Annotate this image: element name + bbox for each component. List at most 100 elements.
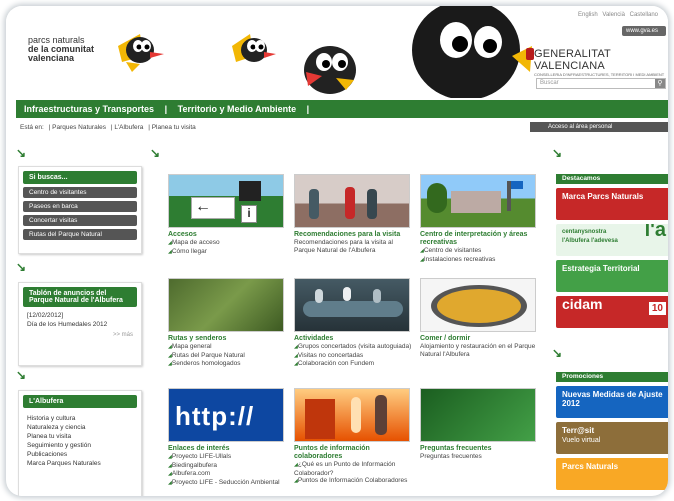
lang-english[interactable]: English (578, 12, 598, 18)
section-arrow-icon: ↘ (150, 146, 161, 160)
logo-line-3: valenciana (28, 53, 75, 63)
card-actividades[interactable]: Actividades Grupos concertados (visita a… (294, 278, 412, 369)
card-link[interactable]: ¿Qué es un Punto de Información Colabora… (294, 461, 412, 477)
albufera-link[interactable]: Marca Parques Naturales (19, 459, 141, 468)
card-title[interactable]: Preguntas frecuentes (420, 445, 538, 453)
card-link[interactable]: Cómo llegar (168, 248, 286, 257)
language-links: English Valencià Castellano (575, 12, 658, 18)
card-title[interactable]: Puntos de información colaboradores (294, 445, 412, 461)
card-link[interactable]: Mapa de acceso (168, 239, 286, 248)
card-link[interactable]: Instalaciones recreativas (420, 256, 538, 265)
section-arrow-icon: ↘ (16, 368, 27, 382)
notice-link[interactable]: Día de los Humedales 2012 (19, 320, 141, 329)
bird-mascot-icon (412, 6, 532, 98)
card-centro[interactable]: Centro de interpretación y áreas recreat… (420, 174, 538, 264)
card-title[interactable]: Actividades (294, 335, 412, 343)
more-link[interactable]: >> más (19, 329, 141, 341)
promo-subtext: Vuelo virtual (562, 437, 601, 444)
quick-link-rutas[interactable]: Rutas del Parque Natural (23, 229, 137, 240)
albufera-link[interactable]: Publicaciones (19, 450, 141, 459)
breadcrumb-label: Está en: (20, 124, 44, 131)
albufera-link[interactable]: Naturaleza y ciencia (19, 423, 141, 432)
bird-mascot-icon (304, 46, 356, 94)
card-link[interactable]: Senderos homologados (168, 360, 286, 369)
card-text[interactable]: Recomendaciones para la visita al Parque… (294, 239, 412, 254)
section-arrow-icon: ↘ (16, 146, 27, 160)
albufera-link[interactable]: Seguimiento y gestión (19, 441, 141, 450)
card-puntos[interactable]: Puntos de información colaboradores ¿Qué… (294, 388, 412, 486)
promo-parcs[interactable]: Parcs Naturals (556, 458, 668, 490)
banner-text: Marca Parcs Naturals (562, 192, 644, 201)
card-title[interactable]: Accesos (168, 231, 286, 239)
card-recomendaciones[interactable]: Recomendaciones para la visita Recomenda… (294, 174, 412, 254)
card-accesos[interactable]: ← i Accesos Mapa de acceso Cómo llegar (168, 174, 286, 256)
card-title[interactable]: Comer / dormir (420, 335, 538, 343)
gva-link[interactable]: www.gva.es (622, 26, 666, 36)
card-enlaces[interactable]: http:// Enlaces de interés Proyecto LIFE… (168, 388, 286, 487)
banner-text: cidam (562, 296, 603, 312)
header: English Valencià Castellano parcs natura… (6, 6, 668, 98)
card-title[interactable]: Enlaces de interés (168, 445, 286, 453)
promo-medidas[interactable]: Nuevas Medidas de Ajuste 2012 (556, 386, 668, 418)
card-comer[interactable]: Comer / dormir Alojamiento y restauració… (420, 278, 538, 358)
card-link[interactable]: Biedingalbufera (168, 462, 286, 471)
page-frame: English Valencià Castellano parcs natura… (6, 6, 668, 496)
card-link[interactable]: Colaboración con Fundem (294, 360, 412, 369)
bird-mascot-icon (232, 34, 276, 62)
card-title[interactable]: Centro de interpretación y áreas recreat… (420, 231, 538, 247)
card-link[interactable]: Centro de visitantes (420, 247, 538, 256)
search-box-title: Si buscas... (23, 171, 137, 184)
banner-marca-parcs[interactable]: Marca Parcs Naturals (556, 188, 668, 220)
lang-castellano[interactable]: Castellano (630, 12, 658, 18)
lang-valenciano[interactable]: Valencià (602, 12, 625, 18)
card-image (168, 278, 284, 332)
albufera-link[interactable]: Planea tu visita (19, 432, 141, 441)
card-text[interactable]: Preguntas frecuentes (420, 453, 538, 461)
promociones-title: Promociones (556, 372, 668, 382)
card-image (420, 174, 536, 228)
promo-text: Terr@sit (562, 426, 595, 435)
notice-board-title: Tablón de anuncios del Parque Natural de… (23, 287, 137, 307)
search-input[interactable]: Buscar ⚲ (536, 78, 666, 89)
breadcrumb-item[interactable]: | Parques Naturales (49, 124, 106, 131)
quick-link-paseos[interactable]: Paseos en barca (23, 201, 137, 212)
card-image: http:// (168, 388, 284, 442)
notice-board: Tablón de anuncios del Parque Natural de… (18, 282, 142, 366)
main-nav: Infraestructuras y Transportes | Territo… (16, 100, 668, 118)
nav-item-infraestructuras[interactable]: Infraestructuras y Transportes (24, 104, 154, 114)
search-icon[interactable]: ⚲ (655, 79, 665, 88)
section-arrow-icon: ↘ (16, 260, 27, 274)
generalitat-logo[interactable]: GENERALITAT VALENCIANA CONSELLERIA D'INF… (526, 48, 666, 77)
quick-link-centro[interactable]: Centro de visitantes (23, 187, 137, 198)
search-box: Si buscas... Centro de visitantes Paseos… (18, 166, 142, 254)
section-arrow-icon: ↘ (552, 146, 563, 160)
card-rutas[interactable]: Rutas y senderos Mapa general Rutas del … (168, 278, 286, 369)
card-link[interactable]: Puntos de Información Colaboradores (294, 477, 412, 486)
card-text[interactable]: Alojamiento y restauración en el Parque … (420, 343, 538, 358)
card-title[interactable]: Rutas y senderos (168, 335, 286, 343)
card-link[interactable]: Visitas no concertadas (294, 352, 412, 361)
promo-terrasit[interactable]: Terr@sit Vuelo virtual (556, 422, 668, 454)
personal-area-link[interactable]: Acceso al área personal (530, 122, 668, 132)
card-image (294, 388, 410, 442)
breadcrumb-item[interactable]: | Planea tu visita (148, 124, 196, 131)
card-link[interactable]: Proyecto LIFE - Seducción Ambiental (168, 479, 286, 488)
card-preguntas[interactable]: Preguntas frecuentes Preguntas frecuente… (420, 388, 538, 461)
card-image (294, 174, 410, 228)
breadcrumb-item[interactable]: | L'Albufera (111, 124, 144, 131)
albufera-link[interactable]: Historia y cultura (19, 414, 141, 423)
card-link[interactable]: Grupos concertados (visita autoguiada) (294, 343, 412, 352)
nav-separator: | (306, 104, 310, 114)
card-link[interactable]: Mapa general (168, 343, 286, 352)
nav-item-territorio[interactable]: Territorio y Medio Ambiente (178, 104, 297, 114)
card-image (420, 388, 536, 442)
card-link[interactable]: Albufera.com (168, 470, 286, 479)
banner-cidam[interactable]: cidam 10 (556, 296, 668, 328)
banner-centanys[interactable]: centanysnostra l'Albufera l'adevesa l'a (556, 224, 668, 256)
card-link[interactable]: Rutas del Parque Natural (168, 352, 286, 361)
banner-estrategia[interactable]: Estrategia Territorial (556, 260, 668, 292)
quick-link-concertar[interactable]: Concertar visitas (23, 215, 137, 226)
parcs-naturals-logo[interactable]: parcs naturals de la comunitat valencian… (28, 36, 108, 63)
card-link[interactable]: Proyecto LIFE-Ullals (168, 453, 286, 462)
card-title[interactable]: Recomendaciones para la visita (294, 231, 412, 239)
